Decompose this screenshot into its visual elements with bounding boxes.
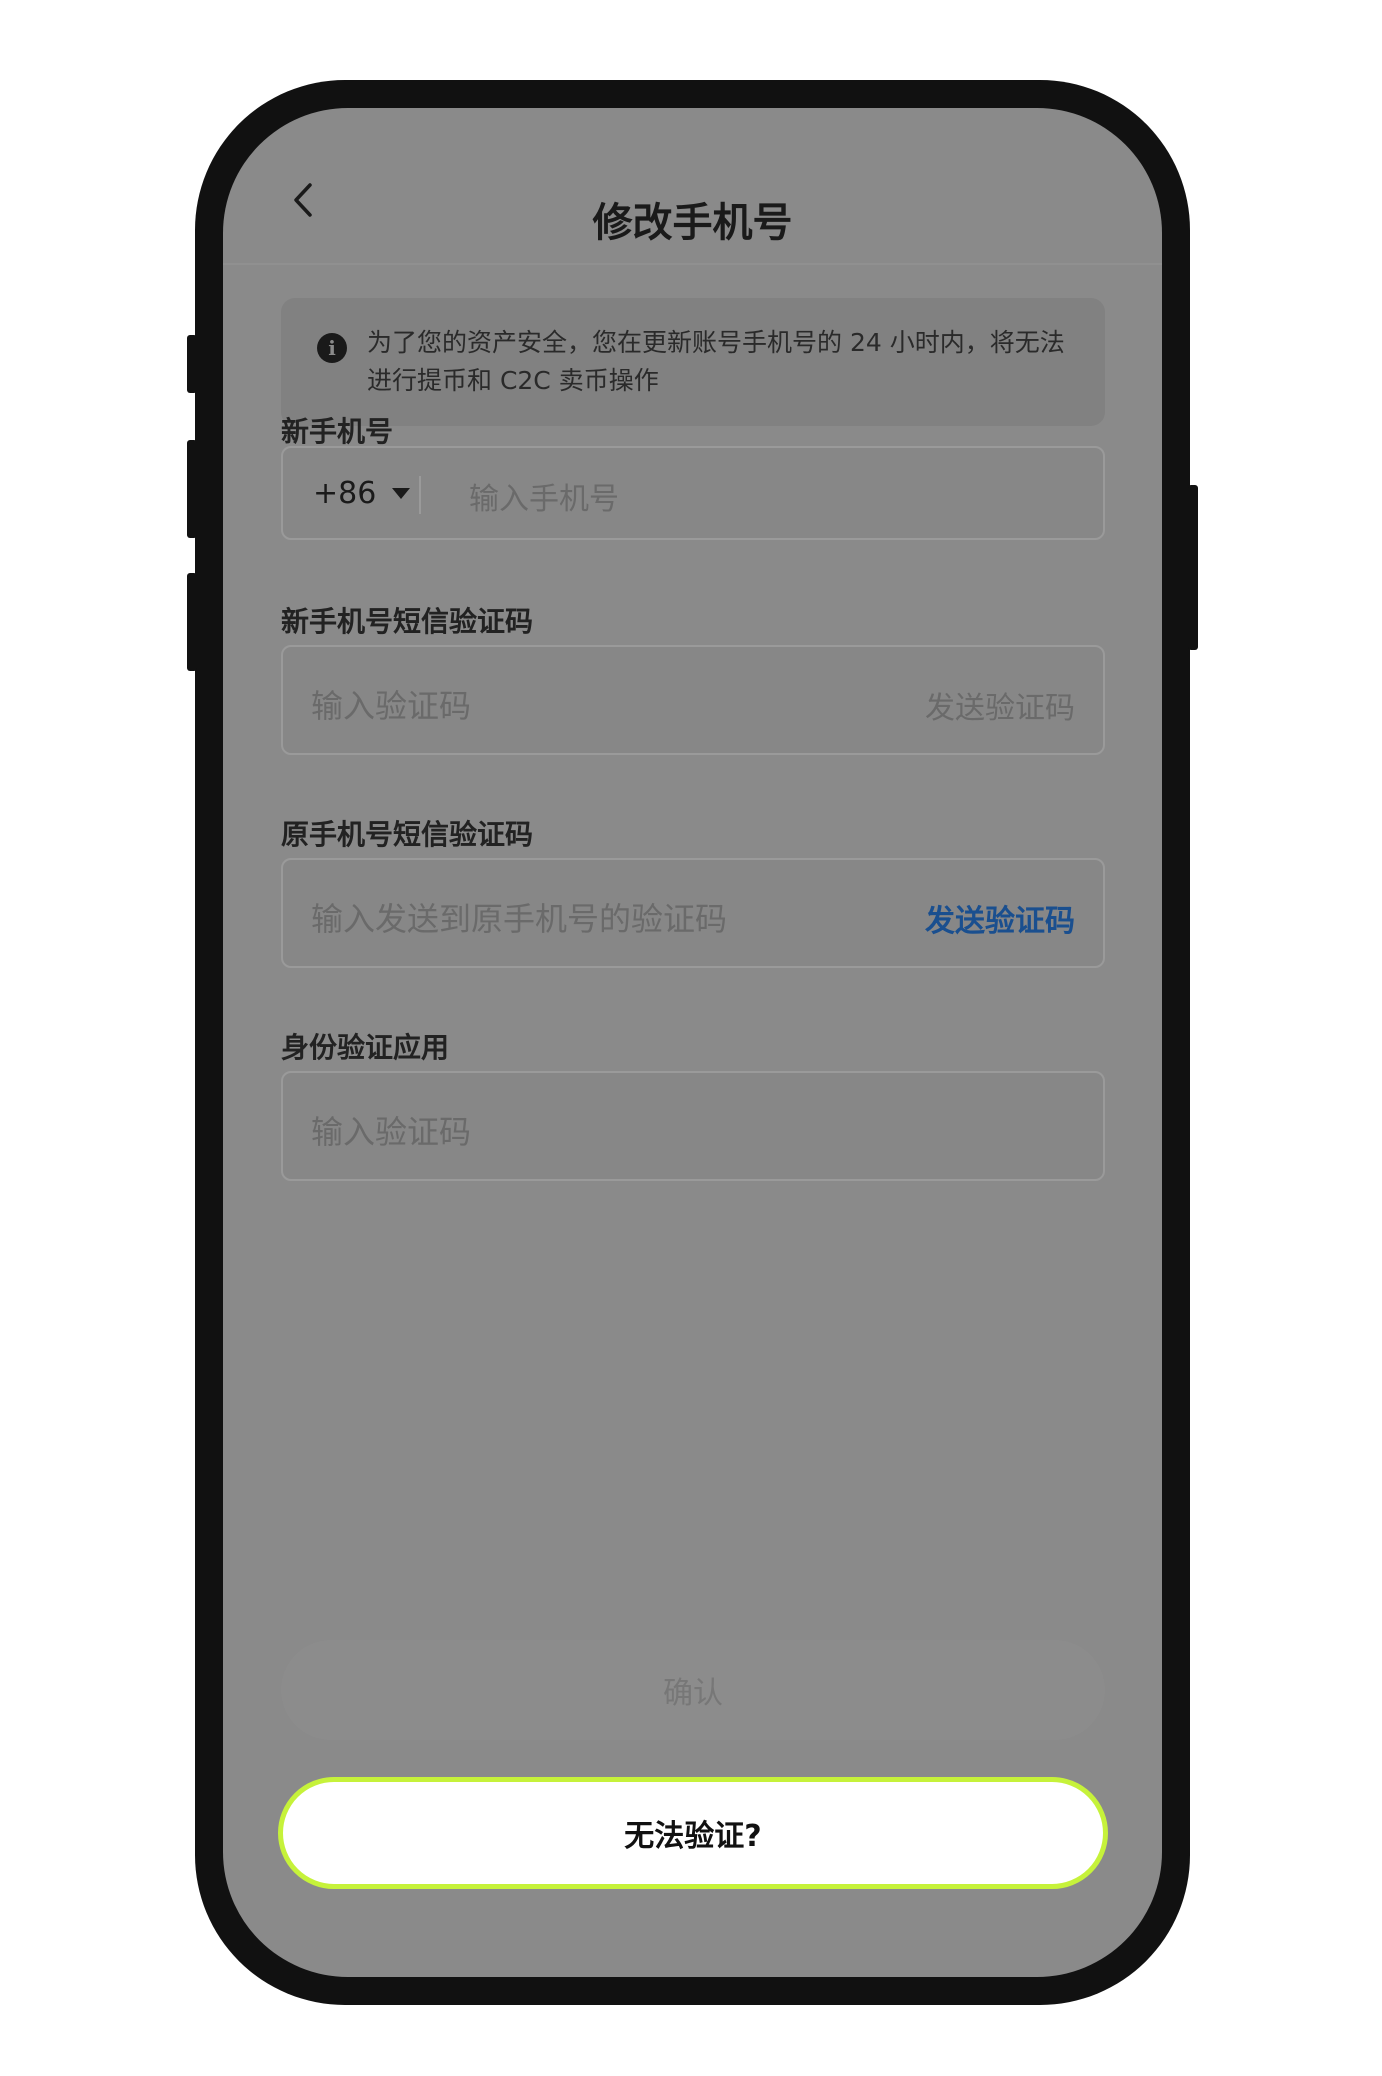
country-code-selector[interactable]: +86 — [313, 448, 411, 538]
authenticator-label: 身份验证应用 — [281, 1031, 450, 1064]
new-sms-label: 新手机号短信验证码 — [281, 605, 534, 638]
confirm-button[interactable]: 确认 — [281, 1640, 1105, 1740]
new-sms-send-button[interactable]: 发送验证码 — [925, 683, 1075, 727]
cannot-verify-button[interactable]: 无法验证? — [278, 1777, 1108, 1889]
old-sms-input[interactable]: 输入发送到原手机号的验证码 — [311, 894, 727, 940]
authenticator-input[interactable]: 输入验证码 — [311, 1107, 471, 1153]
new-sms-input[interactable]: 输入验证码 — [311, 681, 471, 727]
info-icon: i — [317, 333, 347, 363]
new-phone-field[interactable]: +86 输入手机号 — [281, 446, 1105, 540]
power-button — [1188, 485, 1198, 650]
notice-text: 为了您的资产安全，您在更新账号手机号的 24 小时内，将无法进行提币和 C2C … — [367, 328, 1065, 395]
nav-bar: 修改手机号 — [223, 108, 1162, 265]
field-divider — [419, 476, 421, 514]
new-sms-field[interactable]: 输入验证码 发送验证码 — [281, 645, 1105, 755]
country-code-value: +86 — [313, 475, 377, 511]
volume-up-button — [187, 440, 197, 538]
volume-down-button — [187, 573, 197, 671]
new-phone-input[interactable]: 输入手机号 — [469, 474, 619, 518]
app-screen: 修改手机号 i 为了您的资产安全，您在更新账号手机号的 24 小时内，将无法进行… — [223, 108, 1162, 1977]
authenticator-field[interactable]: 输入验证码 — [281, 1071, 1105, 1181]
mute-switch — [187, 335, 197, 393]
old-sms-field[interactable]: 输入发送到原手机号的验证码 发送验证码 — [281, 858, 1105, 968]
page-title: 修改手机号 — [592, 200, 793, 246]
new-phone-label: 新手机号 — [281, 415, 394, 448]
security-notice: i 为了您的资产安全，您在更新账号手机号的 24 小时内，将无法进行提币和 C2… — [281, 298, 1105, 426]
phone-frame: 修改手机号 i 为了您的资产安全，您在更新账号手机号的 24 小时内，将无法进行… — [187, 80, 1198, 2005]
caret-down-icon — [392, 487, 411, 499]
old-sms-send-button[interactable]: 发送验证码 — [925, 896, 1075, 940]
old-sms-label: 原手机号短信验证码 — [281, 818, 534, 851]
